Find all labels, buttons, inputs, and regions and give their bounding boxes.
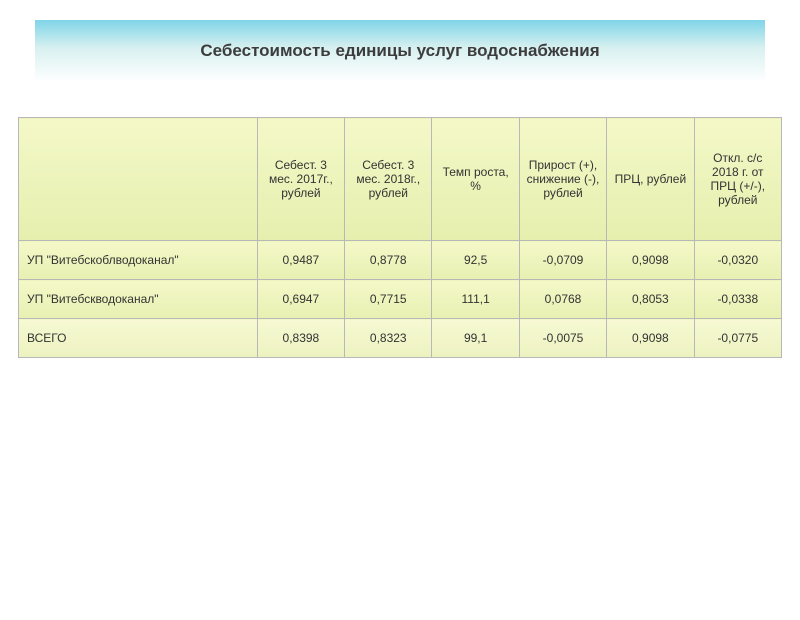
cell-value: 0,9098 (607, 319, 694, 358)
cell-value: -0,0775 (694, 319, 781, 358)
col-header-cost-2017: Себест. 3 мес. 2017г., рублей (257, 118, 344, 241)
col-header-prc: ПРЦ, рублей (607, 118, 694, 241)
title-banner: Себестоимость единицы услуг водоснабжени… (35, 20, 765, 82)
table-row: УП "Витебскводоканал" 0,6947 0,7715 111,… (19, 280, 782, 319)
cell-value: -0,0709 (519, 241, 606, 280)
cell-value: 0,8053 (607, 280, 694, 319)
row-label: ВСЕГО (19, 319, 258, 358)
cell-value: -0,0320 (694, 241, 781, 280)
table-row: УП "Витебскоблводоканал" 0,9487 0,8778 9… (19, 241, 782, 280)
table-header-row: Себест. 3 мес. 2017г., рублей Себест. 3 … (19, 118, 782, 241)
cell-value: 0,0768 (519, 280, 606, 319)
cell-value: -0,0075 (519, 319, 606, 358)
col-header-change: Прирост (+), снижение (-), рублей (519, 118, 606, 241)
row-label: УП "Витебскводоканал" (19, 280, 258, 319)
cell-value: 92,5 (432, 241, 519, 280)
cell-value: 99,1 (432, 319, 519, 358)
cell-value: 0,7715 (345, 280, 432, 319)
cell-value: 0,9487 (257, 241, 344, 280)
page-title: Себестоимость единицы услуг водоснабжени… (200, 41, 599, 61)
cell-value: 111,1 (432, 280, 519, 319)
table-row-total: ВСЕГО 0,8398 0,8323 99,1 -0,0075 0,9098 … (19, 319, 782, 358)
cost-table: Себест. 3 мес. 2017г., рублей Себест. 3 … (18, 117, 782, 358)
cell-value: 0,8778 (345, 241, 432, 280)
col-header-org (19, 118, 258, 241)
cell-value: 0,9098 (607, 241, 694, 280)
cell-value: 0,8398 (257, 319, 344, 358)
cell-value: -0,0338 (694, 280, 781, 319)
cell-value: 0,8323 (345, 319, 432, 358)
col-header-growth-rate: Темп роста, % (432, 118, 519, 241)
col-header-deviation: Откл. с/с 2018 г. от ПРЦ (+/-), рублей (694, 118, 781, 241)
row-label: УП "Витебскоблводоканал" (19, 241, 258, 280)
cell-value: 0,6947 (257, 280, 344, 319)
col-header-cost-2018: Себест. 3 мес. 2018г., рублей (345, 118, 432, 241)
